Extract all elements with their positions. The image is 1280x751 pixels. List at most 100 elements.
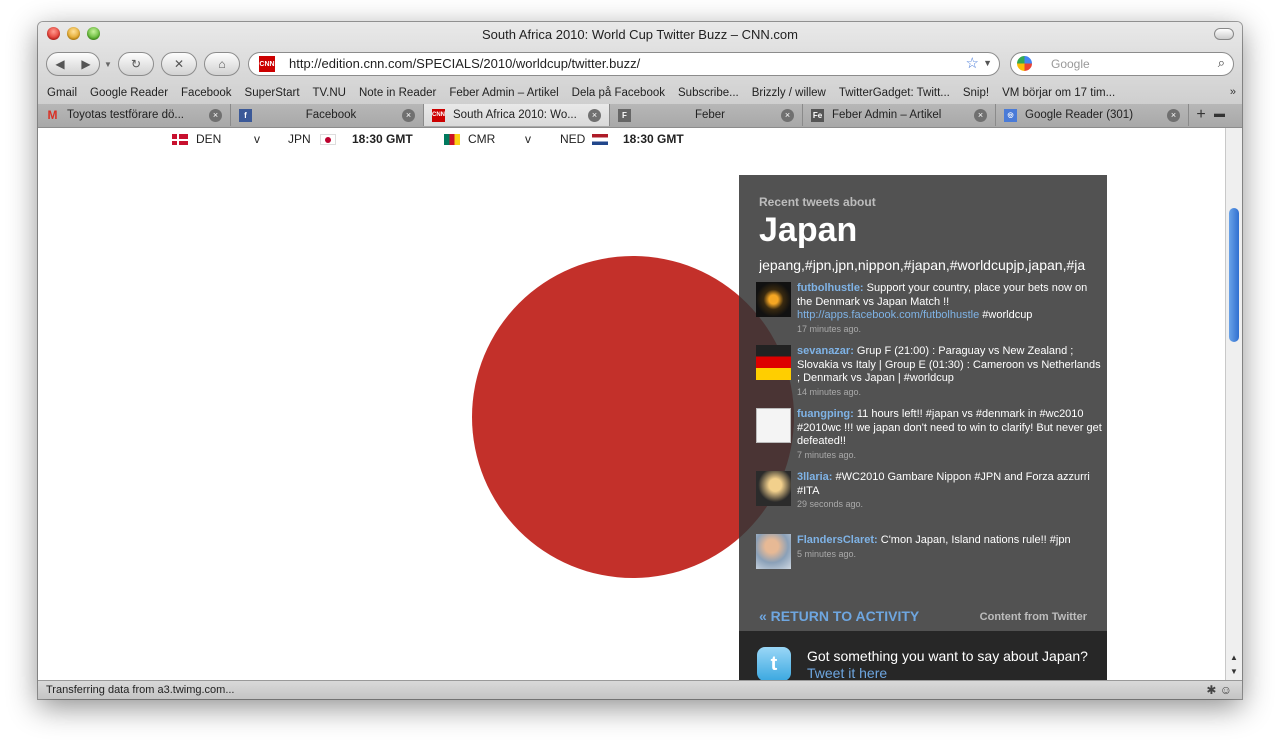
tab-feber-admin[interactable]: Fe Feber Admin – Artikel × [803, 104, 996, 126]
bookmark-item[interactable]: Dela på Facebook [572, 87, 665, 99]
scrollbar-thumb[interactable] [1229, 208, 1239, 342]
stop-button[interactable]: ✕ [161, 52, 197, 76]
tab-bar: M Toyotas testförare dö... × f Facebook … [38, 104, 1242, 128]
tab-feber[interactable]: F Feber × [610, 104, 803, 126]
history-dropdown-icon[interactable]: ▼ [104, 60, 112, 69]
close-tab-icon[interactable]: × [209, 108, 222, 122]
tweet-prompt-text: Got something you want to say about Japa… [807, 648, 1088, 664]
match-team: CMR [468, 132, 496, 146]
tweet-text: C'mon Japan, Island nations rule!! #jpn [877, 534, 1071, 546]
browser-window: South Africa 2010: World Cup Twitter Buz… [38, 22, 1242, 699]
bookmark-item[interactable]: Feber Admin – Artikel [449, 87, 558, 99]
avatar[interactable] [756, 408, 791, 443]
scroll-up-icon[interactable]: ▲ [1230, 653, 1238, 662]
reload-button[interactable]: ↻ [118, 52, 154, 76]
tweet-body: FlandersClaret: C'mon Japan, Island nati… [797, 534, 1102, 560]
address-bar[interactable]: CNN http://edition.cnn.com/SPECIALS/2010… [248, 52, 1000, 76]
tweet-prompt-box: t Got something you want to say about Ja… [739, 631, 1107, 680]
url-text[interactable]: http://edition.cnn.com/SPECIALS/2010/wor… [289, 56, 640, 71]
bookmark-item[interactable]: Subscribe... [678, 87, 739, 99]
tweet-body: futbolhustle: Support your country, plac… [797, 282, 1102, 335]
tab-label: Toyotas testförare dö... [67, 109, 184, 121]
tab-label: Feber Admin – Artikel [832, 109, 942, 121]
bookmark-item[interactable]: TV.NU [313, 87, 346, 99]
search-icon[interactable]: ⌕ [1218, 55, 1225, 71]
vertical-scrollbar[interactable]: ▲ ▼ [1225, 128, 1242, 680]
search-placeholder[interactable]: Google [1051, 57, 1090, 71]
tweet-timestamp: 7 minutes ago. [797, 449, 857, 460]
tweet-text: #worldcup [979, 309, 1033, 321]
toolbar-toggle-button[interactable] [1214, 28, 1234, 40]
bookmark-item[interactable]: VM börjar om 17 tim... [1002, 87, 1115, 99]
home-button[interactable]: ⌂ [204, 52, 240, 76]
back-forward-buttons[interactable]: ◀ ▶ [46, 52, 100, 76]
avatar[interactable] [756, 282, 791, 317]
tweet-user-link[interactable]: fuangping: [797, 408, 854, 420]
url-dropdown-icon[interactable]: ▼ [983, 58, 992, 68]
tweet-link[interactable]: http://apps.facebook.com/futbolhustle [797, 309, 979, 321]
tweet-text: #WC2010 Gambare Nippon #JPN and Forza az… [797, 471, 1090, 497]
recent-tweets-label: Recent tweets about [759, 195, 876, 209]
tweet-user-link[interactable]: 3llaria: [797, 471, 832, 483]
cnn-icon: CNN [259, 56, 275, 72]
tweet-timestamp: 14 minutes ago. [797, 386, 862, 397]
avatar[interactable] [756, 345, 791, 380]
window-title: South Africa 2010: World Cup Twitter Buz… [482, 27, 798, 42]
tab-gmail[interactable]: M Toyotas testförare dö... × [38, 104, 231, 126]
tab-label: Feber [694, 109, 726, 121]
tweet-timestamp: 5 minutes ago. [797, 548, 857, 559]
content-source-label: Content from Twitter [979, 611, 1087, 623]
cnn-icon: CNN [432, 108, 445, 122]
bookmark-item[interactable]: SuperStart [245, 87, 300, 99]
close-tab-icon[interactable]: × [588, 108, 601, 122]
tweets-panel: Recent tweets about Japan jepang,#jpn,jp… [739, 175, 1107, 631]
close-tab-icon[interactable]: × [1167, 108, 1180, 122]
search-field[interactable]: Google ⌕ [1010, 52, 1234, 76]
status-icons: ✱ ☺ [1206, 683, 1232, 697]
back-arrow-icon[interactable]: ◀ [47, 57, 73, 71]
status-bar: Transferring data from a3.twimg.com... ✱… [38, 680, 1242, 699]
new-tab-button[interactable]: + [1188, 104, 1213, 126]
close-tab-icon[interactable]: × [781, 108, 794, 122]
feber-admin-icon: Fe [811, 108, 824, 122]
tab-google-reader[interactable]: ◎ Google Reader (301) × [996, 104, 1189, 126]
reload-icon: ↻ [130, 57, 142, 71]
match-time: 18:30 GMT [623, 132, 684, 146]
bookmark-item[interactable]: Gmail [47, 87, 77, 99]
close-tab-icon[interactable]: × [974, 108, 987, 122]
tweet-body: fuangping: 11 hours left!! #japan vs #de… [797, 408, 1102, 461]
twitter-bird-icon[interactable]: t [757, 647, 791, 680]
return-to-activity-link[interactable]: « RETURN TO ACTIVITY [759, 608, 919, 624]
country-title: Japan [759, 211, 858, 249]
google-icon[interactable] [1017, 56, 1032, 71]
bookmark-item[interactable]: Snip! [963, 87, 989, 99]
forward-arrow-icon[interactable]: ▶ [73, 57, 99, 71]
status-text: Transferring data from a3.twimg.com... [46, 684, 235, 696]
tweet-timestamp: 29 seconds ago. [797, 499, 864, 509]
match-team: DEN [196, 132, 222, 146]
bookmark-item[interactable]: Brizzly / willew [752, 87, 826, 99]
bookmark-item[interactable]: Google Reader [90, 87, 168, 99]
match-team: JPN [288, 132, 311, 146]
scroll-down-icon[interactable]: ▼ [1230, 667, 1238, 676]
bookmark-item[interactable]: Facebook [181, 87, 232, 99]
close-tab-icon[interactable]: × [402, 108, 415, 122]
hashtags-line: jepang,#jpn,jpn,nippon,#japan,#worldcupj… [759, 257, 1086, 273]
tweet-user-link[interactable]: FlandersClaret: [797, 534, 878, 546]
home-icon: ⌂ [218, 57, 226, 71]
bookmarks-overflow-icon[interactable]: » [1230, 86, 1236, 98]
tweet-user-link[interactable]: futbolhustle: [797, 282, 864, 294]
smiley-icon[interactable]: ☺ [1220, 683, 1232, 697]
tab-list-icon[interactable]: ▬ [1214, 108, 1225, 120]
bookmark-item[interactable]: TwitterGadget: Twitt... [839, 87, 950, 99]
avatar[interactable] [756, 471, 791, 506]
tab-cnn-active[interactable]: CNN South Africa 2010: Wo... × [424, 104, 610, 126]
bookmark-item[interactable]: Note in Reader [359, 87, 436, 99]
bug-icon[interactable]: ✱ [1206, 683, 1216, 697]
stop-icon: ✕ [173, 57, 185, 71]
bookmark-star-icon[interactable]: ☆ [966, 54, 979, 72]
avatar[interactable] [756, 534, 791, 569]
tweet-user-link[interactable]: sevanazar: [797, 345, 854, 357]
tab-facebook[interactable]: f Facebook × [231, 104, 424, 126]
tweet-it-here-link[interactable]: Tweet it here [807, 665, 887, 680]
